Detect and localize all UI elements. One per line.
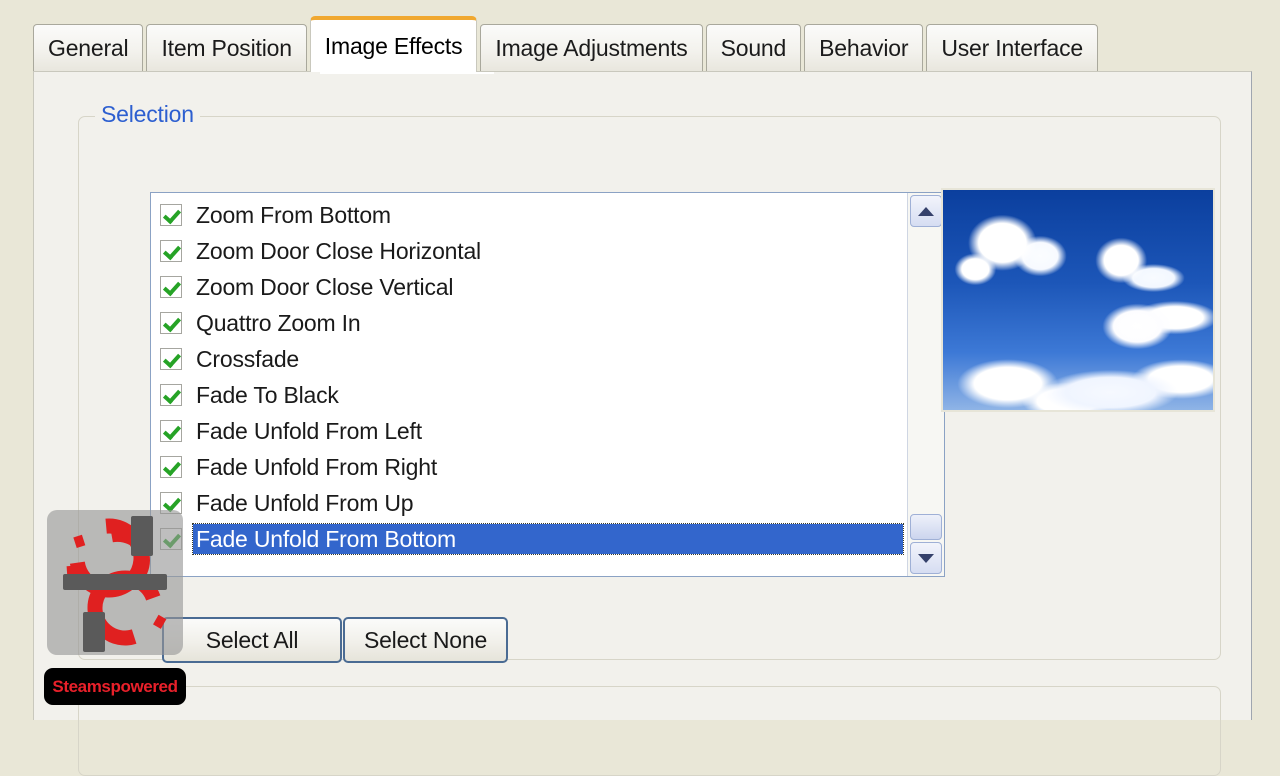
group-box-secondary	[78, 686, 1221, 776]
tab-list: General Item Position Image Effects Imag…	[33, 16, 1101, 72]
list-item[interactable]: Fade To Black	[151, 377, 907, 413]
list-item[interactable]: Zoom Door Close Horizontal	[151, 233, 907, 269]
checkbox-checked-icon[interactable]	[160, 312, 182, 334]
list-item[interactable]: Zoom Door Close Vertical	[151, 269, 907, 305]
list-item-label: Quattro Zoom In	[196, 310, 361, 336]
effects-list: Zoom From Bottom Zoom Door Close Horizon…	[151, 193, 907, 576]
steam-watermark-text: Steamspowered	[52, 676, 178, 696]
tab-strip: General Item Position Image Effects Imag…	[33, 16, 1252, 72]
list-item-selected[interactable]: Fade Unfold From Bottom	[151, 521, 907, 557]
list-item-label: Zoom Door Close Vertical	[196, 274, 454, 300]
select-none-button[interactable]: Select None	[343, 617, 508, 663]
list-item-label: Zoom Door Close Horizontal	[196, 238, 481, 264]
tab-label: Sound	[720, 35, 787, 61]
tab-label: User Interface	[941, 35, 1083, 61]
chevron-up-icon	[918, 206, 934, 216]
tab-label: Behavior	[819, 35, 909, 61]
scroll-up-button[interactable]	[910, 195, 942, 227]
list-item-label: Fade Unfold From Left	[196, 418, 422, 444]
checkbox-checked-icon[interactable]	[160, 348, 182, 370]
list-item[interactable]: Crossfade	[151, 341, 907, 377]
tab-behavior[interactable]: Behavior	[804, 24, 924, 72]
checkbox-checked-icon[interactable]	[160, 384, 182, 406]
application-window: General Item Position Image Effects Imag…	[0, 0, 1280, 776]
list-item-label: Fade Unfold From Up	[196, 490, 414, 516]
list-item-label: Zoom From Bottom	[196, 202, 391, 228]
checkbox-checked-icon[interactable]	[160, 456, 182, 478]
active-tab-joint	[320, 72, 494, 74]
list-item-label: Crossfade	[196, 346, 300, 372]
list-item[interactable]: Fade Unfold From Right	[151, 449, 907, 485]
checkbox-checked-icon[interactable]	[160, 240, 182, 262]
tab-image-adjustments[interactable]: Image Adjustments	[480, 24, 703, 72]
list-item[interactable]: Quattro Zoom In	[151, 305, 907, 341]
tab-image-effects[interactable]: Image Effects	[309, 16, 478, 72]
list-item-label: Fade Unfold From Right	[196, 454, 438, 480]
steam-overlay-panel	[47, 510, 183, 655]
tab-item-position[interactable]: Item Position	[146, 24, 307, 72]
tab-label: General	[48, 35, 129, 61]
tab-label: Image Adjustments	[495, 35, 688, 61]
checkbox-checked-icon[interactable]	[160, 204, 182, 226]
preview-image	[941, 188, 1215, 412]
button-label: Select None	[363, 626, 488, 653]
tab-label: Image Effects	[324, 32, 463, 59]
group-box-selection: Selection Zoom From Bottom Zoom Door Clo…	[78, 101, 1221, 663]
sky-clouds-image	[943, 190, 1213, 410]
group-box-title: Selection	[95, 101, 200, 128]
list-item[interactable]: Fade Unfold From Left	[151, 413, 907, 449]
steam-watermark-label: Steamspowered	[44, 668, 186, 705]
checkbox-checked-icon[interactable]	[160, 276, 182, 298]
list-item-label: Fade To Black	[196, 382, 339, 408]
list-item[interactable]: Zoom From Bottom	[151, 197, 907, 233]
tab-panel-image-effects: Selection Zoom From Bottom Zoom Door Clo…	[33, 71, 1252, 776]
scroll-down-button[interactable]	[910, 542, 942, 574]
tab-general[interactable]: General	[33, 24, 144, 72]
vertical-scrollbar[interactable]	[907, 193, 944, 576]
tab-sound[interactable]: Sound	[705, 24, 802, 72]
checkbox-checked-icon[interactable]	[160, 420, 182, 442]
button-label: Select All	[205, 626, 299, 653]
list-item-label: Fade Unfold From Bottom	[192, 523, 904, 555]
effects-list-box[interactable]: Zoom From Bottom Zoom Door Close Horizon…	[150, 192, 945, 577]
steam-gear-icon	[63, 516, 167, 652]
tab-user-interface[interactable]: User Interface	[926, 24, 1098, 72]
select-all-button[interactable]: Select All	[162, 617, 342, 663]
list-item[interactable]: Fade Unfold From Up	[151, 485, 907, 521]
scrollbar-thumb[interactable]	[910, 514, 942, 540]
chevron-down-icon	[918, 553, 934, 563]
tab-label: Item Position	[161, 35, 292, 61]
